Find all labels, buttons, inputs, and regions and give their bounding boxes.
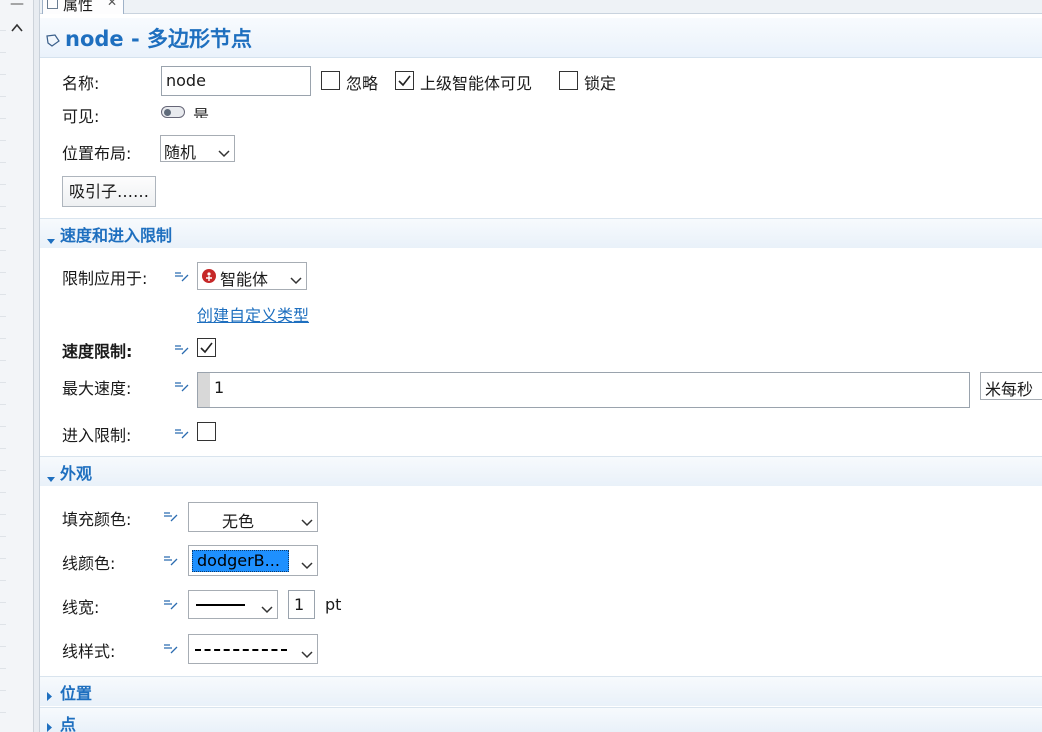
apply-to-select[interactable]: 智能体	[197, 262, 307, 290]
polygon-node-icon	[46, 32, 60, 47]
line-width-label: 线宽:	[62, 598, 100, 617]
visible-value: 是	[193, 106, 210, 118]
attractors-button[interactable]: 吸引子……	[62, 176, 156, 207]
entry-limit-checkbox[interactable]	[197, 422, 216, 441]
left-ruler	[0, 30, 6, 730]
visible-toggle[interactable]	[161, 106, 185, 118]
line-color-select[interactable]: dodgerB...	[188, 545, 318, 576]
layout-select[interactable]: 随机	[160, 135, 235, 162]
tab-bar: 属性 ✕	[40, 0, 1042, 14]
apply-to-label: 限制应用于:	[62, 269, 148, 288]
check-icon	[200, 342, 213, 354]
speed-limit-checkbox[interactable]	[197, 338, 216, 357]
tab-properties[interactable]: 属性 ✕	[42, 0, 124, 14]
chevron-down-icon	[301, 556, 313, 575]
chevron-down-icon	[290, 271, 302, 289]
layout-label: 位置布局:	[62, 144, 132, 163]
properties-panel: — 属性 ✕ node - 多边形节点 名称: node 忽略 上级智能体可见 …	[0, 0, 1042, 732]
dynamic-value-icon[interactable]	[175, 268, 189, 282]
line-width-preview	[196, 604, 245, 606]
section-position[interactable]: 位置	[40, 676, 1042, 706]
section-appearance-title: 外观	[60, 464, 93, 483]
properties-icon	[47, 0, 58, 9]
visible-label: 可见:	[62, 107, 100, 126]
create-type-link[interactable]: 创建自定义类型	[197, 302, 309, 326]
apply-to-value: 智能体	[220, 270, 269, 289]
dynamic-value-icon[interactable]	[175, 378, 189, 392]
dynamic-value-icon[interactable]	[164, 640, 178, 654]
agent-icon	[202, 269, 216, 283]
max-speed-value: 1	[214, 378, 225, 397]
line-color-value: dodgerB...	[192, 550, 289, 572]
check-icon	[398, 75, 411, 87]
dynamic-value-icon[interactable]	[164, 508, 178, 522]
line-style-preview	[195, 649, 287, 651]
section-points[interactable]: 点	[40, 707, 1042, 732]
chevron-down-icon	[301, 513, 313, 531]
speed-limit-label: 速度限制:	[62, 342, 133, 361]
expanded-icon	[47, 468, 55, 487]
fill-color-select[interactable]: 无色	[188, 502, 318, 532]
ignore-label: 忽略	[346, 74, 379, 93]
dynamic-value-icon[interactable]	[175, 341, 189, 355]
chevron-down-icon	[301, 645, 313, 663]
section-points-title: 点	[60, 715, 77, 732]
panel-header: node - 多边形节点	[40, 18, 1042, 58]
name-label: 名称:	[62, 74, 100, 93]
section-speed[interactable]: 速度和进入限制	[40, 218, 1042, 248]
code-gutter	[198, 373, 210, 407]
dynamic-value-icon[interactable]	[175, 425, 189, 439]
speed-unit-value: 米每秒	[985, 380, 1034, 399]
max-speed-field[interactable]: 1	[197, 372, 970, 408]
chevron-down-icon	[261, 600, 273, 618]
page-title: node - 多边形节点	[65, 27, 252, 51]
line-width-select[interactable]	[188, 590, 278, 619]
close-icon[interactable]: ✕	[107, 0, 117, 9]
section-appearance[interactable]: 外观	[40, 456, 1042, 486]
entry-limit-label: 进入限制:	[62, 426, 132, 445]
max-speed-label: 最大速度:	[62, 379, 132, 398]
dynamic-value-icon[interactable]	[164, 596, 178, 610]
dynamic-value-icon[interactable]	[164, 552, 178, 566]
minimize-icon[interactable]: —	[10, 0, 24, 11]
left-strip: —	[0, 0, 34, 732]
line-color-label: 线颜色:	[62, 554, 116, 573]
properties-content: 名称: node 忽略 上级智能体可见 锁定 可见: 是 位置布局: 随机 吸引…	[40, 58, 1042, 732]
expanded-icon	[47, 230, 55, 249]
speed-unit-select[interactable]: 米每秒	[980, 372, 1042, 400]
tab-label: 属性	[63, 0, 94, 14]
line-width-unit: pt	[325, 595, 342, 614]
fill-color-label: 填充颜色:	[62, 510, 132, 529]
layout-value: 随机	[164, 143, 197, 162]
upper-visible-checkbox[interactable]	[395, 71, 414, 90]
line-width-field[interactable]: 1	[288, 590, 315, 619]
section-position-title: 位置	[60, 684, 93, 703]
section-speed-title: 速度和进入限制	[60, 226, 173, 245]
lock-label: 锁定	[584, 74, 617, 93]
lock-checkbox[interactable]	[559, 71, 578, 90]
ignore-checkbox[interactable]	[321, 71, 340, 90]
line-style-label: 线样式:	[62, 642, 116, 661]
upper-visible-label: 上级智能体可见	[420, 74, 533, 93]
line-style-select[interactable]	[188, 634, 318, 664]
collapsed-icon	[47, 686, 53, 705]
chevron-down-icon	[218, 144, 230, 161]
chevron-up-icon[interactable]	[9, 20, 25, 36]
name-field[interactable]: node	[161, 66, 311, 96]
collapsed-icon	[47, 717, 53, 732]
fill-color-value: 无色	[222, 512, 255, 531]
